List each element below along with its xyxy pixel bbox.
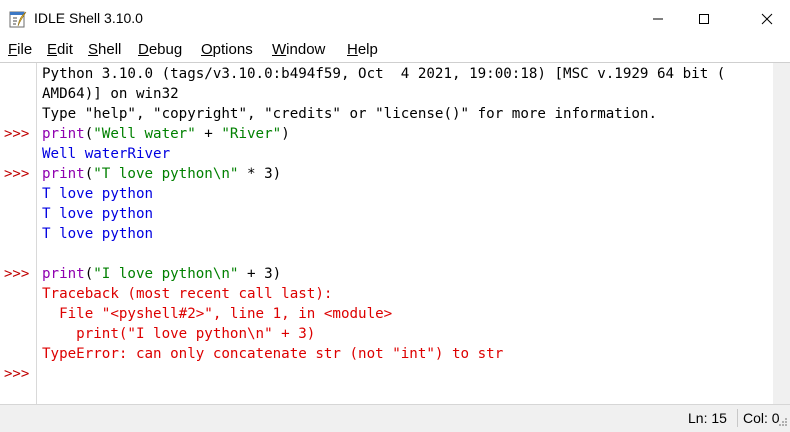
banner-line: Python 3.10.0 (tags/v3.10.0:b494f59, Oct…: [42, 66, 726, 82]
maximize-button[interactable]: [681, 0, 727, 38]
shell-prompt: >>>: [4, 126, 30, 142]
shell-prompt: >>>: [4, 366, 30, 382]
minimize-icon: [653, 18, 663, 20]
title-bar[interactable]: IDLE Shell 3.10.0: [0, 0, 790, 38]
column-number-status: Col: 0: [743, 410, 780, 426]
menu-debug[interactable]: Debug: [138, 41, 182, 58]
banner-line: Type "help", "copyright", "credits" or "…: [42, 106, 657, 122]
output-line: Well waterRiver: [42, 146, 171, 162]
status-bar: Ln: 15 Col: 0: [0, 404, 790, 432]
menu-shell[interactable]: Shell: [88, 41, 121, 58]
vertical-scrollbar[interactable]: [773, 63, 790, 404]
menu-file[interactable]: File: [8, 41, 32, 58]
status-divider: [737, 409, 738, 427]
menu-help[interactable]: Help: [347, 41, 378, 58]
line-number-status: Ln: 15: [688, 410, 727, 426]
shell-text-area[interactable]: Python 3.10.0 (tags/v3.10.0:b494f59, Oct…: [42, 64, 772, 404]
menu-edit[interactable]: Edit: [47, 41, 73, 58]
input-line: print("T love python\n" * 3): [42, 166, 282, 182]
output-line: T love python: [42, 206, 154, 222]
banner-line: AMD64)] on win32: [42, 86, 179, 102]
menu-options[interactable]: Options: [201, 41, 253, 58]
error-line: File "<pyshell#2>", line 1, in <module>: [42, 306, 393, 322]
input-line: print("I love python\n" + 3): [42, 266, 282, 282]
window-title: IDLE Shell 3.10.0: [34, 10, 143, 26]
menu-bar: File Edit Shell Debug Options Window Hel…: [0, 38, 790, 62]
output-line: T love python: [42, 226, 154, 242]
error-line: TypeError: can only concatenate str (not…: [42, 346, 504, 362]
minimize-button[interactable]: [635, 0, 681, 38]
input-line: print("Well water" + "River"): [42, 126, 290, 142]
shell-prompt: >>>: [4, 266, 30, 282]
output-line: T love python: [42, 186, 154, 202]
menu-window[interactable]: Window: [272, 41, 325, 58]
close-button[interactable]: [744, 0, 790, 38]
idle-feather-icon: [9, 10, 27, 28]
prompt-gutter: [0, 63, 37, 404]
resize-grip-icon[interactable]: [778, 414, 788, 430]
shell-prompt: >>>: [4, 166, 30, 182]
close-icon: [761, 13, 773, 25]
maximize-icon: [699, 14, 709, 24]
error-line: Traceback (most recent call last):: [42, 286, 333, 302]
error-line: print("I love python\n" + 3): [42, 326, 316, 342]
